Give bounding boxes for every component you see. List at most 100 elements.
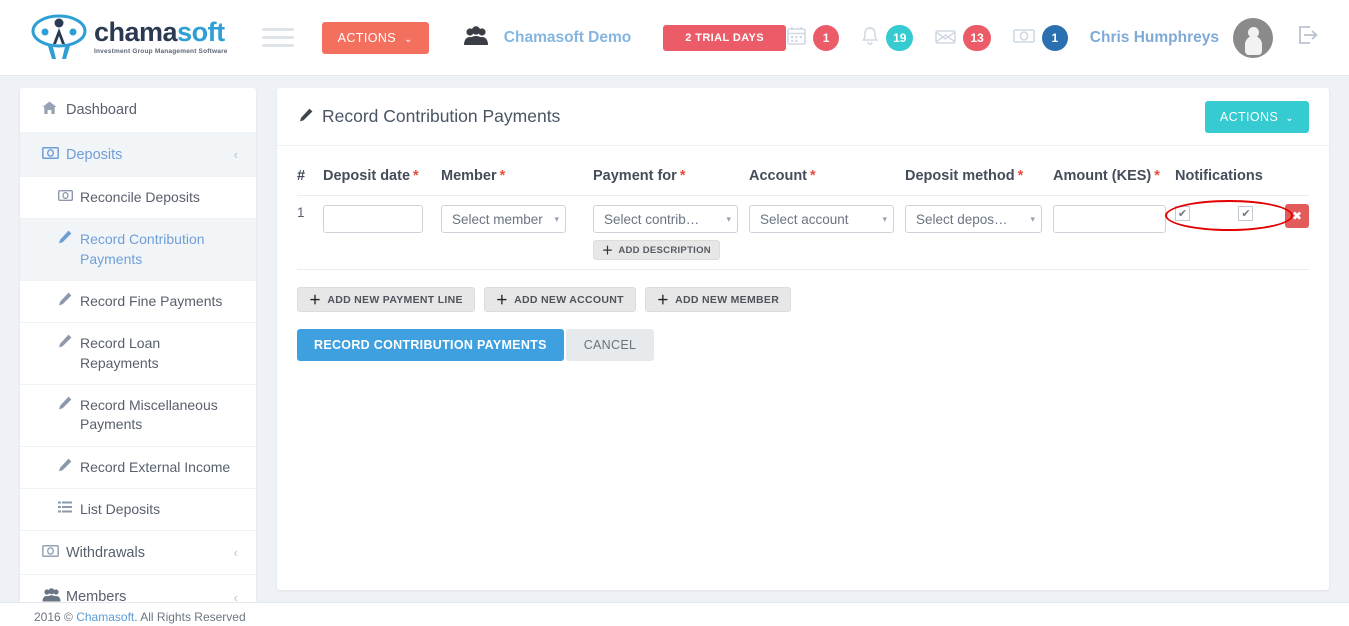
chevron-down-icon: ⌄ [404, 33, 413, 45]
logout-icon[interactable] [1297, 25, 1319, 51]
required-marker: * [1017, 168, 1024, 184]
sidebar-item-withdrawals[interactable]: Withdrawals ‹ [20, 531, 256, 576]
brand-tagline: Investment Group Management Software [94, 48, 228, 56]
money-icon [57, 188, 80, 206]
required-marker: * [679, 168, 686, 184]
calendar-badge-count: 1 [813, 24, 840, 51]
money-icon [42, 146, 66, 163]
account-select-value: Select account [760, 211, 849, 227]
cancel-button[interactable]: CANCEL [565, 329, 655, 361]
avatar[interactable] [1233, 17, 1273, 58]
required-marker: * [810, 168, 816, 184]
hamburger-bar [261, 44, 294, 47]
panel-actions-button[interactable]: ACTIONS ⌄ [1204, 100, 1309, 133]
account-cell: Select account ▾ [749, 196, 905, 270]
money-icon [42, 544, 66, 561]
hamburger-bar [261, 36, 294, 39]
form-submit-row: RECORD CONTRIBUTION PAYMENTS CANCEL [297, 329, 1309, 361]
pencil-icon [58, 458, 80, 477]
required-marker: * [413, 168, 419, 184]
deposit-date-input[interactable] [323, 205, 423, 233]
top-actions-button[interactable]: ACTIONS ⌄ [321, 21, 429, 54]
plus-icon: ＋ [656, 293, 670, 307]
account-select[interactable]: Select account ▾ [749, 205, 894, 233]
delete-row-button[interactable]: ✖ [1285, 204, 1309, 228]
calendar-notification[interactable]: 1 [787, 24, 840, 51]
hamburger-bar [261, 28, 294, 31]
deposit-method-select-value: Select depos… [916, 211, 1008, 227]
chevron-down-icon: ▾ [726, 213, 731, 224]
top-actions-label: ACTIONS [337, 30, 396, 45]
bell-badge-count: 19 [886, 24, 914, 51]
menu-toggle-button[interactable] [261, 23, 294, 52]
brand-logo[interactable]: chamasoft Investment Group Management So… [30, 14, 228, 62]
notification-checkbox-email[interactable]: ✔ [1238, 206, 1254, 222]
sidebar-item-reconcile-deposits[interactable]: Reconcile Deposits [20, 177, 256, 220]
page-footer: 2016 © Chamasoft. All Rights Reserved [0, 602, 1349, 626]
payment-for-select-value: Select contrib… [604, 211, 700, 227]
sidebar-item-record-miscellaneous-payments[interactable]: Record Miscellaneous Payments [20, 385, 256, 447]
sidebar-item-deposits[interactable]: Deposits ‹ [20, 133, 256, 177]
trial-days-badge: 2 TRIAL DAYS [663, 24, 787, 51]
add-description-button[interactable]: ＋ ADD DESCRIPTION [593, 240, 720, 260]
sidebar-item-list-deposits[interactable]: List Deposits [20, 489, 256, 532]
group-people-icon [463, 25, 489, 50]
sidebar-item-label: Record Fine Payments [80, 292, 223, 309]
pencil-icon [58, 292, 80, 311]
sidebar-item-label: Record Loan Repayments [80, 335, 161, 371]
main-content-panel: Record Contribution Payments ACTIONS ⌄ # … [277, 88, 1329, 590]
list-icon [58, 500, 80, 518]
add-new-member-button[interactable]: ＋ ADD NEW MEMBER [644, 287, 792, 312]
sidebar-item-dashboard[interactable]: Dashboard [20, 88, 256, 133]
money-badge-count: 1 [1041, 24, 1068, 51]
sidebar-item-label: Reconcile Deposits [80, 189, 200, 205]
add-new-payment-line-button[interactable]: ＋ ADD NEW PAYMENT LINE [297, 287, 475, 312]
add-buttons-row: ＋ ADD NEW PAYMENT LINE ＋ ADD NEW ACCOUNT… [297, 287, 1309, 312]
top-navigation-bar: chamasoft Investment Group Management So… [0, 0, 1349, 76]
row-index: 1 [297, 205, 305, 220]
messages-badge-count: 13 [963, 24, 991, 51]
money-notification[interactable]: 1 [1012, 24, 1068, 51]
panel-header: Record Contribution Payments ACTIONS ⌄ [277, 88, 1329, 146]
add-new-account-button[interactable]: ＋ ADD NEW ACCOUNT [483, 287, 636, 312]
sidebar-item-record-fine-payments[interactable]: Record Fine Payments [20, 281, 256, 324]
sidebar-item-label: List Deposits [80, 500, 161, 517]
notification-checkbox-sms[interactable]: ✔ [1175, 206, 1190, 222]
panel-body: # Deposit date * Member * Payment for * Acc… [277, 146, 1329, 361]
pencil-icon [58, 396, 80, 415]
member-select[interactable]: Select member ▾ [441, 205, 566, 233]
plus-icon: ＋ [602, 245, 614, 257]
chevron-down-icon: ⌄ [1285, 112, 1294, 124]
deposit-method-select[interactable]: Select depos… ▾ [905, 205, 1042, 233]
envelope-icon [935, 28, 957, 48]
plus-icon: ＋ [495, 293, 509, 307]
column-header-member: Member * [441, 168, 506, 184]
brand-word-secondary: soft [177, 17, 225, 48]
amount-input[interactable] [1053, 205, 1166, 233]
bell-notification[interactable]: 19 [861, 24, 914, 51]
sidebar-item-label: Deposits [66, 146, 123, 163]
messages-notification[interactable]: 13 [935, 24, 991, 51]
payment-for-select[interactable]: Select contrib… ▾ [593, 205, 738, 233]
sidebar-item-record-contribution-payments[interactable]: Record Contribution Payments [20, 219, 256, 281]
table-header-row: # Deposit date * Member * Payment for * Acc… [297, 168, 1309, 196]
column-header-account: Account * [749, 168, 816, 184]
column-header-index: # [297, 168, 306, 184]
pencil-icon [58, 334, 80, 353]
amount-cell [1053, 196, 1175, 270]
record-contribution-payments-button[interactable]: RECORD CONTRIBUTION PAYMENTS [297, 329, 564, 361]
footer-copyright-suffix: . All Rights Reserved [134, 610, 246, 624]
deposit-date-cell [323, 196, 441, 270]
notifications-cell: ✔ ✔ ✖ [1165, 196, 1309, 270]
group-name-link[interactable]: Chamasoft Demo [504, 29, 631, 47]
sidebar-item-record-external-income[interactable]: Record External Income [20, 447, 256, 489]
sidebar-item-record-loan-repayments[interactable]: Record Loan Repayments [20, 323, 256, 385]
notification-icons-group: 1 19 13 1 Chris Humphreys [787, 17, 1335, 58]
brand-word-primary: chama [94, 17, 178, 48]
page-title: Record Contribution Payments [299, 106, 560, 127]
add-new-account-label: ADD NEW ACCOUNT [514, 293, 624, 306]
footer-brand-link[interactable]: Chamasoft [76, 610, 134, 624]
chevron-left-icon: ‹ [233, 147, 238, 162]
user-name-link[interactable]: Chris Humphreys [1090, 29, 1219, 47]
panel-actions-label: ACTIONS [1219, 109, 1279, 124]
